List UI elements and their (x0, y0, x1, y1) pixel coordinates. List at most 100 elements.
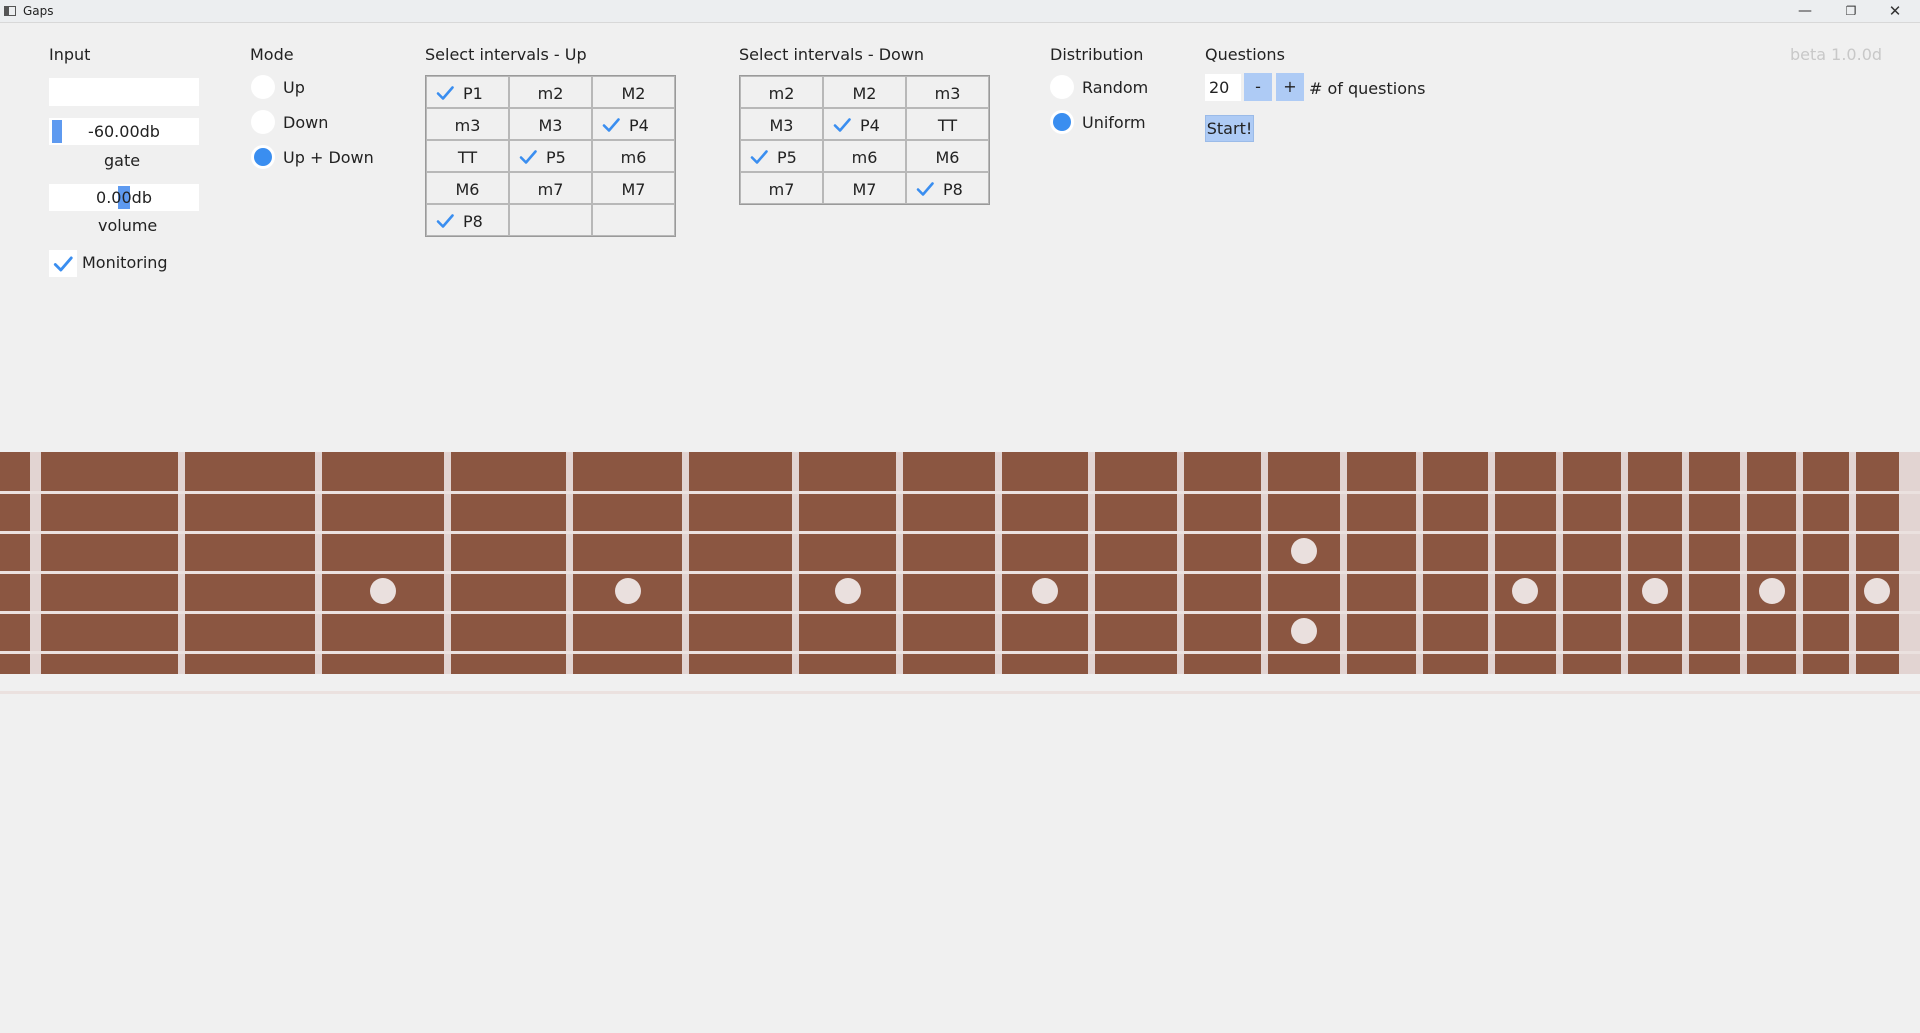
increment-button[interactable]: + (1276, 73, 1304, 101)
checkmark-icon (915, 179, 935, 199)
interval-intervals_down-m6[interactable]: m6 (823, 140, 906, 172)
start-button[interactable]: Start! (1205, 115, 1254, 142)
fret-marker-9 (1031, 578, 1058, 604)
monitoring-label: Monitoring (82, 253, 168, 272)
fret-space-4[interactable] (450, 452, 567, 674)
interval-intervals_up-m3[interactable]: m3 (426, 108, 509, 140)
questions-heading: Questions (1205, 45, 1285, 64)
interval-intervals_down-TT[interactable]: TT (906, 108, 989, 140)
distribution-radio-0[interactable] (1050, 75, 1074, 99)
interval-label: M7 (621, 180, 646, 199)
interval-intervals_down-M7[interactable]: M7 (823, 172, 906, 204)
fret-space-18[interactable] (1689, 452, 1741, 674)
interval-intervals_down-M2[interactable]: M2 (823, 76, 906, 108)
fret-space-6[interactable] (689, 452, 793, 674)
interval-intervals_up-M3[interactable]: M3 (509, 108, 592, 140)
gate-label: gate (104, 151, 141, 170)
interval-label: m2 (768, 84, 795, 103)
interval-intervals_down-m3[interactable]: m3 (906, 76, 989, 108)
interval-intervals_down-M3[interactable]: M3 (740, 108, 823, 140)
checkmark-icon (518, 147, 538, 167)
interval-intervals_up-m6[interactable]: m6 (592, 140, 675, 172)
fretboard[interactable] (0, 452, 1920, 694)
interval-intervals_up-m7[interactable]: m7 (509, 172, 592, 204)
fret-space-10[interactable] (1095, 452, 1177, 674)
mode-radio-0[interactable] (251, 75, 275, 99)
interval-label: m6 (620, 148, 647, 167)
fret-space-13[interactable] (1347, 452, 1417, 674)
interval-intervals_down-m7[interactable]: m7 (740, 172, 823, 204)
fret-space-0[interactable] (0, 452, 30, 674)
interval-intervals_up-M6[interactable]: M6 (426, 172, 509, 204)
checkmark-icon (435, 211, 455, 231)
interval-intervals_down-m2[interactable]: m2 (740, 76, 823, 108)
interval-label: m7 (768, 180, 795, 199)
distribution-radio-1[interactable] (1050, 110, 1074, 134)
fret-space-1[interactable] (41, 452, 179, 674)
fret-space-2[interactable] (185, 452, 315, 674)
monitoring-checkbox[interactable] (49, 250, 77, 277)
version-label: beta 1.0.0d (1790, 45, 1883, 64)
interval-intervals_up-P4[interactable]: P4 (592, 108, 675, 140)
fret-space-21[interactable] (1855, 452, 1899, 674)
fret-space-17[interactable] (1627, 452, 1683, 674)
checkmark-icon (832, 115, 852, 135)
checkmark-icon (749, 147, 769, 167)
fret-marker-3 (369, 578, 396, 604)
intervals-up-grid: P1 m2 M2 m3 M3 P4 TT P5 m6 M6 m7 M7 P8 (425, 75, 676, 237)
interval-intervals_up-P8[interactable]: P8 (426, 204, 509, 236)
mode-radio-1[interactable] (251, 110, 275, 134)
interval-label: M2 (852, 84, 877, 103)
interval-intervals_up-M2[interactable]: M2 (592, 76, 675, 108)
maximize-button[interactable]: ❐ (1828, 0, 1874, 22)
interval-label: M2 (621, 84, 646, 103)
interval-intervals_down-P4[interactable]: P4 (823, 108, 906, 140)
interval-label: TT (457, 148, 478, 167)
minimize-button[interactable]: — (1782, 0, 1828, 22)
gate-slider[interactable]: -60.00db (49, 118, 199, 145)
interval-intervals_up-M7[interactable]: M7 (592, 172, 675, 204)
fret-space-15[interactable] (1494, 452, 1556, 674)
interval-label: M3 (538, 116, 563, 135)
guitar-string-6 (0, 691, 1920, 694)
question-count-input[interactable]: 20 (1205, 74, 1241, 101)
interval-intervals_down-P8[interactable]: P8 (906, 172, 989, 204)
interval-intervals_down-P5[interactable]: P5 (740, 140, 823, 172)
minimize-icon: — (1798, 3, 1812, 19)
interval-intervals_up-m2[interactable]: m2 (509, 76, 592, 108)
interval-intervals_up-P1[interactable]: P1 (426, 76, 509, 108)
question-count-label: # of questions (1309, 79, 1426, 98)
interval-label: m3 (934, 84, 961, 103)
fret-space-5[interactable] (573, 452, 683, 674)
mode-radio-2[interactable] (251, 145, 275, 169)
fret-marker-12-1 (1291, 538, 1318, 564)
fret-space-14[interactable] (1423, 452, 1488, 674)
close-button[interactable]: ✕ (1872, 0, 1918, 22)
decrement-button[interactable]: - (1244, 73, 1272, 101)
fret-space-7[interactable] (799, 452, 897, 674)
interval-label: M3 (769, 116, 794, 135)
guitar-string-5 (0, 651, 1920, 654)
interval-label: P8 (463, 212, 483, 231)
fret-space-20[interactable] (1802, 452, 1849, 674)
gate-value: -60.00db (88, 122, 160, 141)
guitar-string-4 (0, 611, 1920, 614)
fret-space-16[interactable] (1562, 452, 1621, 674)
fret-space-8[interactable] (903, 452, 995, 674)
intervals-down-grid: m2 M2 m3 M3 P4 TT P5 m6 M6 m7 M7 P8 (739, 75, 990, 205)
interval-intervals_up-P5[interactable]: P5 (509, 140, 592, 172)
fret-space-19[interactable] (1747, 452, 1796, 674)
fret-space-3[interactable] (321, 452, 444, 674)
fret-space-11[interactable] (1183, 452, 1261, 674)
fret-marker-5 (614, 578, 641, 604)
input-field[interactable] (49, 78, 199, 106)
checkmark-icon (52, 253, 74, 275)
distribution-label-1: Uniform (1082, 113, 1146, 132)
interval-intervals_down-M6[interactable]: M6 (906, 140, 989, 172)
window-title: Gaps (23, 4, 54, 18)
interval-label: m2 (537, 84, 564, 103)
mode-label-1: Down (283, 113, 329, 132)
interval-intervals_up-TT[interactable]: TT (426, 140, 509, 172)
volume-slider[interactable]: 0.00db (49, 184, 199, 211)
fret-space-9[interactable] (1001, 452, 1089, 674)
